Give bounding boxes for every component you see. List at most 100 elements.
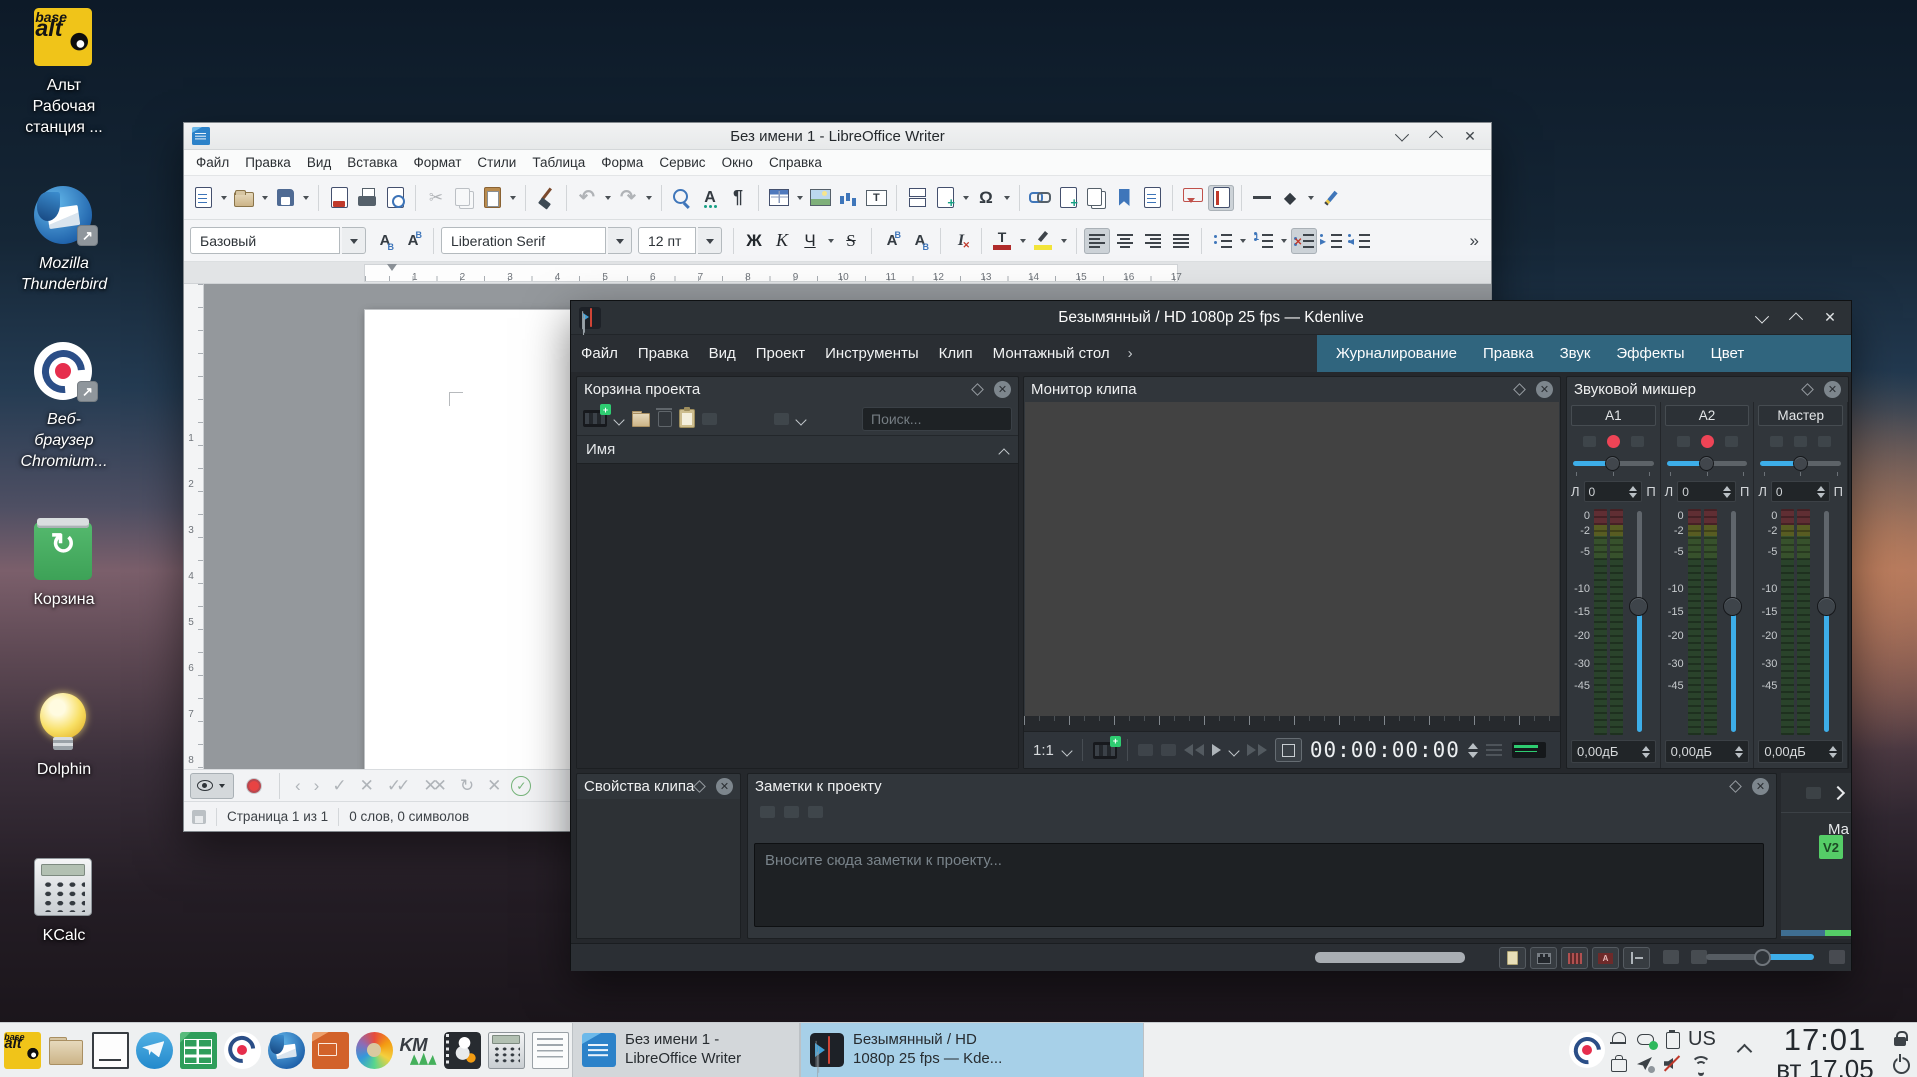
insert-field-button[interactable] bbox=[932, 185, 958, 211]
float-panel-icon[interactable] bbox=[1513, 383, 1526, 396]
monitor-zoom-level[interactable]: 1:1 bbox=[1033, 742, 1054, 759]
superscript-button[interactable] bbox=[879, 228, 905, 254]
sort-chevron-icon[interactable] bbox=[999, 445, 1009, 455]
desktop-icon-kcalc[interactable]: KCalc bbox=[8, 858, 120, 947]
page-break-button[interactable] bbox=[904, 185, 930, 211]
volume-slider[interactable] bbox=[1810, 509, 1843, 735]
font-size-combo[interactable]: 12 пт bbox=[638, 227, 696, 254]
launcher-file-manager[interactable] bbox=[44, 1023, 88, 1077]
launcher-thunderbird[interactable] bbox=[264, 1023, 308, 1077]
open-button[interactable] bbox=[231, 185, 257, 211]
balance-knob[interactable] bbox=[1792, 456, 1808, 471]
menu-item[interactable]: Монтажный стол bbox=[983, 345, 1120, 362]
rewind-icon[interactable] bbox=[1183, 744, 1193, 756]
horizontal-ruler[interactable]: 1 2 3 4 5 6 7 8 9 10 11 12 13 14 15 16 17 bbox=[184, 262, 1491, 284]
horizontal-line-button[interactable] bbox=[1249, 185, 1275, 211]
menu-item[interactable]: Сервис bbox=[651, 155, 713, 170]
tray-chromium-icon[interactable] bbox=[1569, 1032, 1605, 1068]
balance-slider[interactable] bbox=[1760, 456, 1842, 476]
float-panel-icon[interactable] bbox=[693, 780, 706, 793]
undo-dropdown-arrow[interactable] bbox=[602, 186, 613, 210]
volume-knob[interactable] bbox=[1816, 597, 1836, 617]
record-icon[interactable] bbox=[1606, 434, 1620, 448]
menu-item[interactable]: Правка bbox=[237, 155, 299, 170]
view-dropdown-icon[interactable] bbox=[796, 414, 806, 424]
volume-knob[interactable] bbox=[1629, 597, 1649, 617]
writer-titlebar[interactable]: Без имени 1 - LibreOffice Writer bbox=[184, 123, 1491, 150]
shapes-dropdown-arrow[interactable] bbox=[1305, 186, 1316, 210]
track-changes-button[interactable] bbox=[1208, 184, 1234, 211]
no-list-button[interactable] bbox=[1291, 227, 1317, 254]
maximize-button[interactable] bbox=[1423, 126, 1449, 146]
cloud-sync-icon[interactable] bbox=[1636, 1030, 1658, 1050]
insert-table-button[interactable] bbox=[766, 185, 792, 211]
float-panel-icon[interactable] bbox=[1801, 383, 1814, 396]
balance-slider[interactable] bbox=[1573, 456, 1654, 476]
font-name-dropdown[interactable] bbox=[608, 227, 632, 254]
reject-change-button[interactable]: ✕ bbox=[357, 776, 377, 796]
paste-button[interactable] bbox=[479, 185, 505, 211]
align-right-button[interactable] bbox=[1140, 228, 1166, 254]
menu-item[interactable]: Проект bbox=[746, 345, 815, 362]
show-changes-button[interactable] bbox=[190, 772, 234, 799]
save-button[interactable] bbox=[272, 185, 298, 211]
launcher-show-desktop[interactable] bbox=[88, 1023, 132, 1077]
record-icon[interactable] bbox=[1700, 434, 1714, 448]
create-folder-icon[interactable] bbox=[631, 409, 651, 429]
numbered-list-button[interactable] bbox=[1250, 228, 1276, 254]
launcher-media-player[interactable] bbox=[440, 1023, 484, 1077]
network-icon[interactable] bbox=[1690, 1054, 1711, 1074]
record-changes-button[interactable] bbox=[241, 773, 267, 799]
highlight-color-button[interactable] bbox=[1030, 228, 1056, 254]
bin-search-input[interactable] bbox=[862, 406, 1012, 431]
balance-slider[interactable] bbox=[1666, 456, 1748, 476]
view-mode-icon[interactable] bbox=[773, 412, 789, 425]
close-panel-icon[interactable] bbox=[716, 778, 733, 795]
effects-icon[interactable] bbox=[1818, 435, 1832, 447]
snap-button[interactable] bbox=[1623, 947, 1650, 969]
kdenlive-titlebar[interactable]: Безымянный / HD 1080p 25 fps — Kdenlive bbox=[571, 301, 1851, 335]
paste-icon[interactable] bbox=[679, 407, 695, 428]
toolbar-overflow-button[interactable]: » bbox=[1464, 231, 1485, 251]
mixer-channel-name[interactable]: А1 bbox=[1571, 405, 1656, 426]
launcher-kmix[interactable] bbox=[396, 1023, 440, 1077]
balance-spinbox[interactable]: 0 bbox=[1583, 481, 1643, 502]
mute-icon[interactable] bbox=[1582, 435, 1596, 447]
clear-formatting-button[interactable] bbox=[948, 228, 974, 254]
table-dropdown-arrow[interactable] bbox=[794, 186, 805, 210]
export-pdf-button[interactable] bbox=[326, 185, 352, 211]
font-name-combo[interactable]: Liberation Serif bbox=[441, 227, 606, 254]
save-dropdown-arrow[interactable] bbox=[300, 186, 311, 210]
workspace-tab[interactable]: Правка bbox=[1470, 345, 1547, 362]
bin-clip-list[interactable] bbox=[577, 464, 1018, 768]
expand-panel-icon[interactable] bbox=[1831, 787, 1843, 799]
balance-knob[interactable] bbox=[1605, 456, 1621, 471]
special-character-button[interactable] bbox=[973, 185, 999, 211]
digital-clock[interactable]: 17:01 вт 17.05 bbox=[1759, 1024, 1891, 1077]
task-button[interactable]: Безымянный / HD 1080p 25 fps — Kde... bbox=[800, 1023, 1144, 1077]
play-options-icon[interactable] bbox=[1229, 745, 1239, 755]
insert-comment-button[interactable] bbox=[1180, 185, 1206, 211]
use-timeline-zone-button[interactable] bbox=[1499, 947, 1526, 969]
workspace-tab[interactable]: Цвет bbox=[1698, 345, 1758, 362]
add-clip-dropdown-icon[interactable] bbox=[614, 414, 624, 424]
workspace-tab[interactable]: Эффекты bbox=[1603, 345, 1697, 362]
bin-name-column-header[interactable]: Имя bbox=[577, 435, 1018, 464]
paste-dropdown-arrow[interactable] bbox=[507, 186, 518, 210]
word-count-status[interactable]: 0 слов, 0 символов bbox=[349, 809, 469, 824]
close-panel-icon[interactable] bbox=[994, 381, 1011, 398]
strikethrough-button[interactable]: S bbox=[838, 228, 864, 254]
copy-button[interactable] bbox=[451, 185, 477, 211]
project-notes-textarea[interactable] bbox=[754, 843, 1764, 927]
show-video-thumbnails-button[interactable] bbox=[1530, 947, 1557, 969]
menu-item[interactable]: Вставка bbox=[339, 155, 405, 170]
close-panel-icon[interactable] bbox=[1824, 381, 1841, 398]
launcher-text-editor[interactable] bbox=[528, 1023, 572, 1077]
menu-item[interactable]: Правка bbox=[628, 345, 699, 362]
font-size-dropdown[interactable] bbox=[698, 227, 722, 254]
zone-mode-button[interactable] bbox=[1274, 738, 1302, 762]
print-preview-button[interactable] bbox=[382, 185, 408, 211]
underline-button[interactable]: Ч bbox=[797, 228, 823, 254]
workspace-tab[interactable]: Журналирование bbox=[1323, 345, 1470, 362]
menu-item[interactable]: Стили bbox=[469, 155, 524, 170]
